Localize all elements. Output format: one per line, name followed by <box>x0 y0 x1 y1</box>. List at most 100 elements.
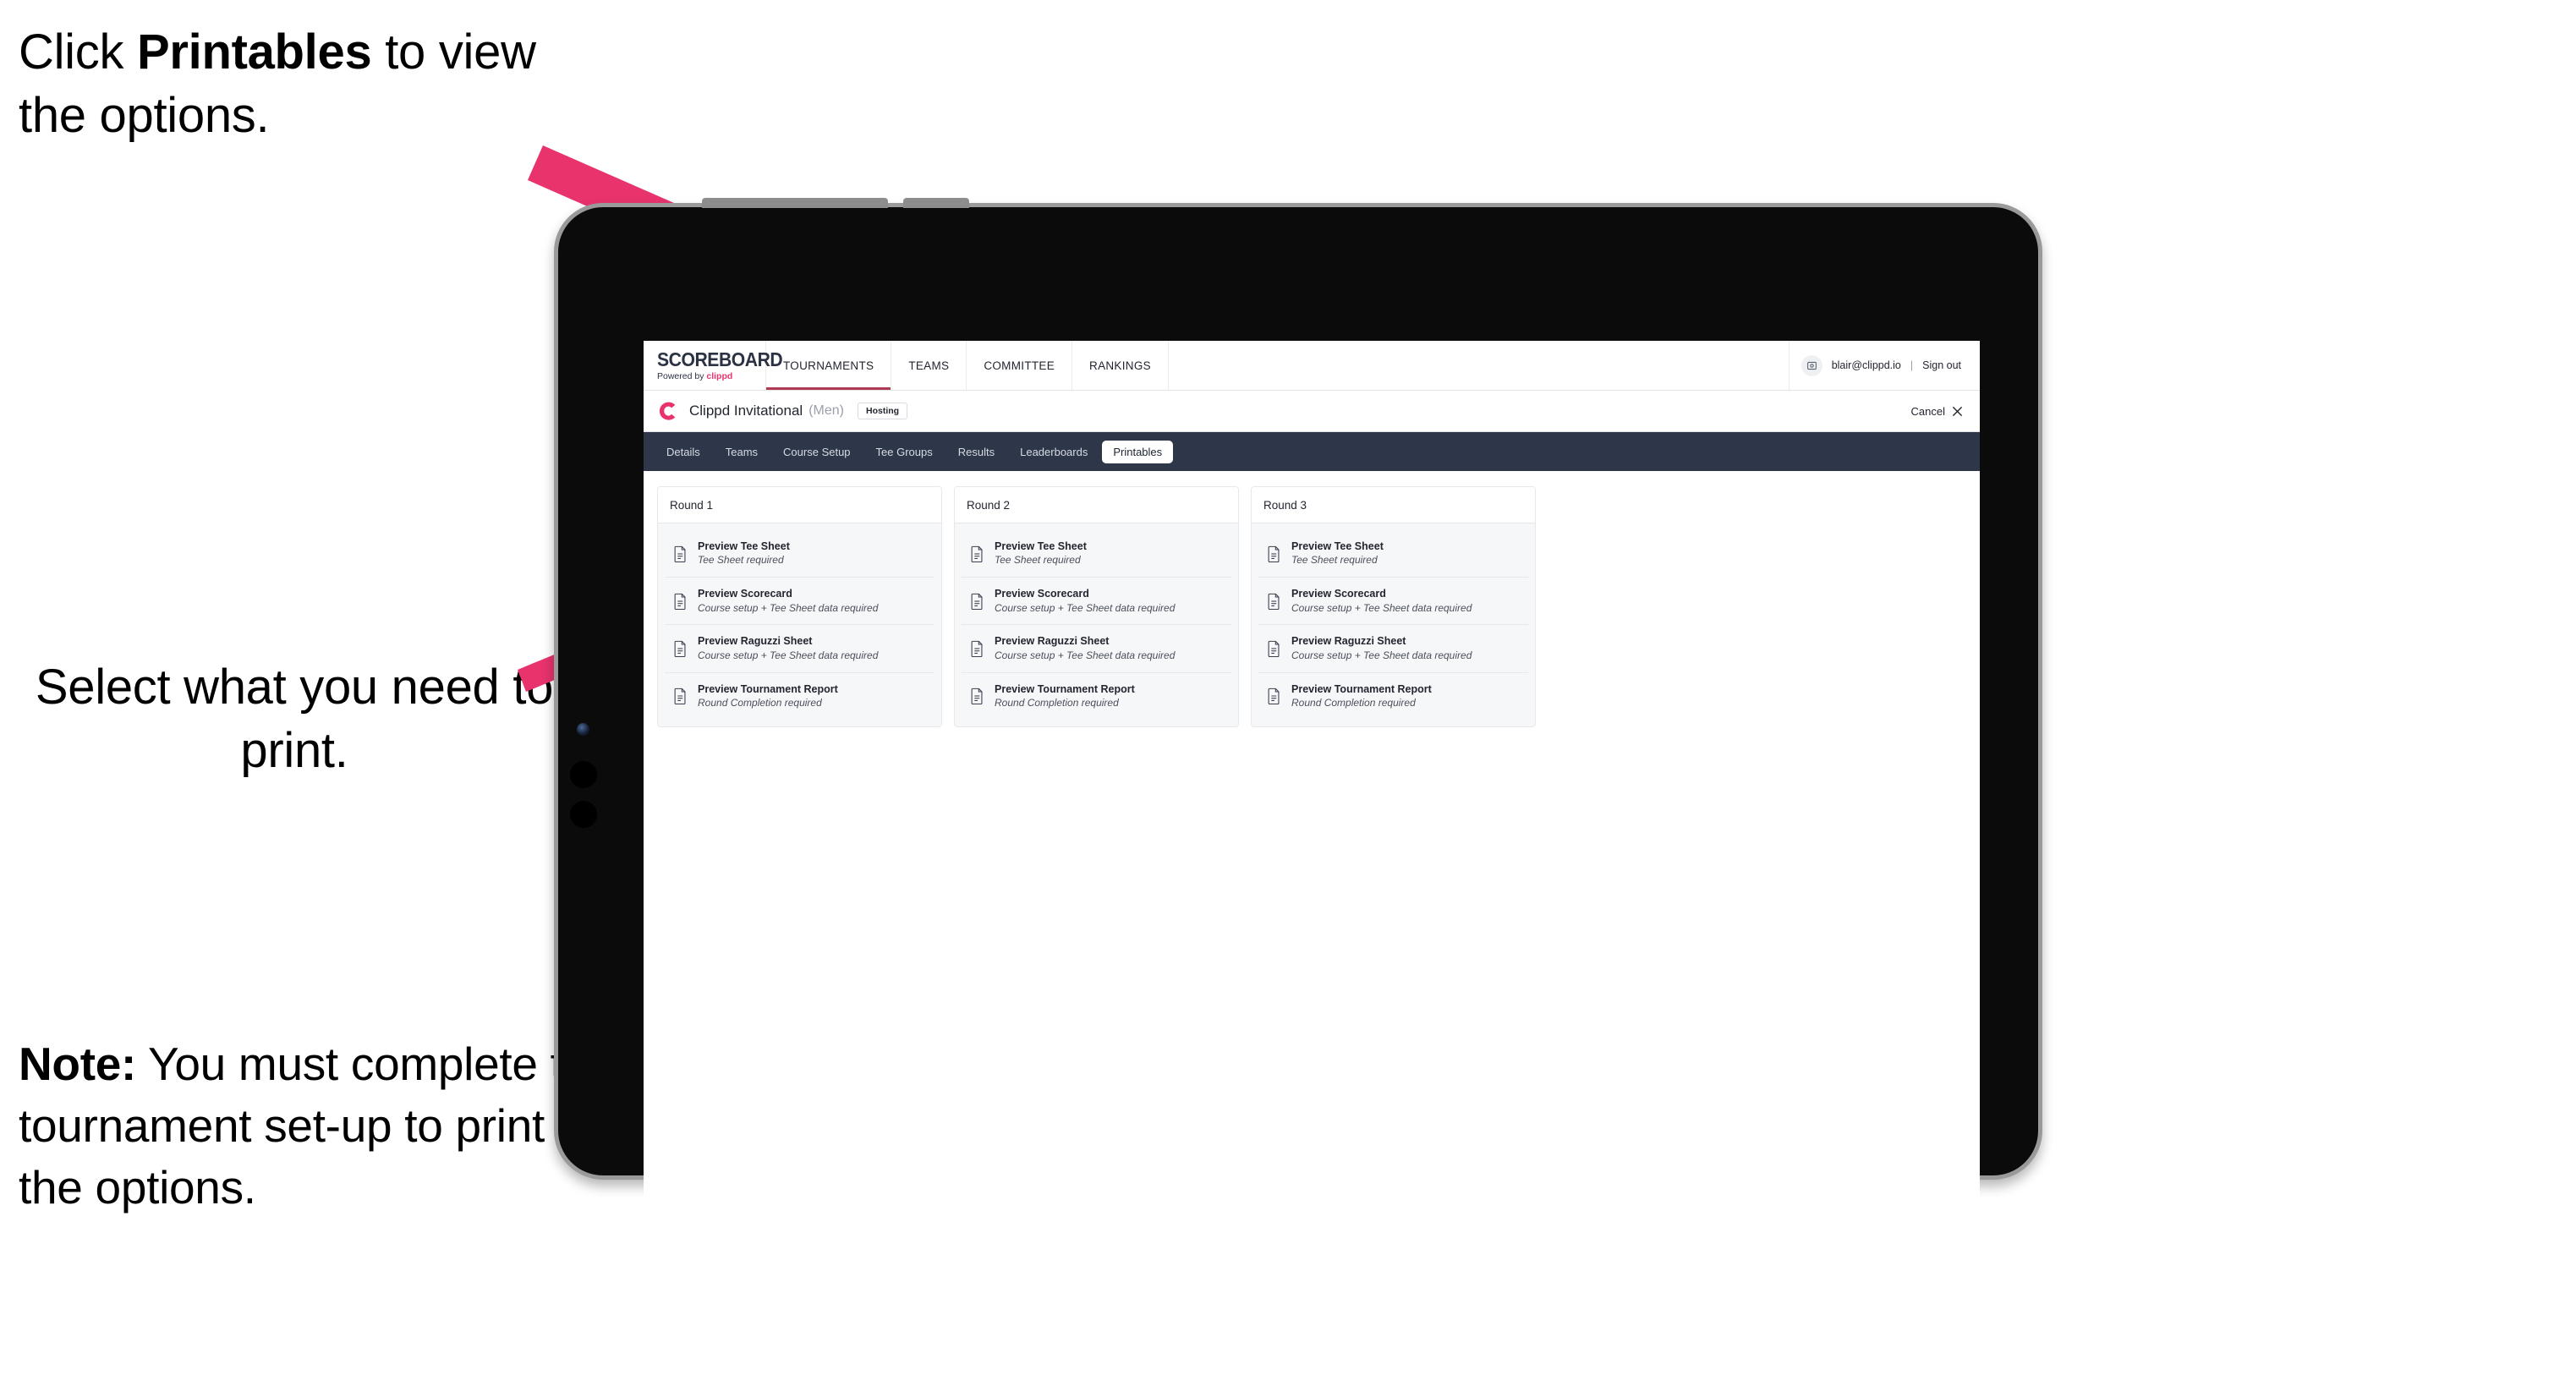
user-email-label: blair@clippd.io <box>1831 359 1901 371</box>
document-icon <box>971 688 983 705</box>
tab-tee-groups[interactable]: Tee Groups <box>865 441 944 463</box>
list-item-title: Preview Scorecard <box>1291 588 1386 600</box>
list-item-title: Preview Tee Sheet <box>698 540 790 552</box>
list-item[interactable]: Preview Scorecard Course setup + Tee She… <box>962 578 1231 626</box>
list-item-requirement: Course setup + Tee Sheet data required <box>995 649 1176 661</box>
list-item[interactable]: Preview Raguzzi Sheet Course setup + Tee… <box>665 625 934 673</box>
list-item-title: Preview Tournament Report <box>698 682 838 695</box>
document-icon <box>1268 593 1280 610</box>
device-camera-icon <box>577 723 589 736</box>
nav-item-rankings[interactable]: RANKINGS <box>1072 341 1169 390</box>
list-item-requirement: Tee Sheet required <box>698 554 784 567</box>
list-item-requirement: Course setup + Tee Sheet data required <box>1291 649 1472 661</box>
scoreboard-logo[interactable]: SCOREBOARD Powered by clippd <box>644 341 783 390</box>
list-item-requirement: Course setup + Tee Sheet data required <box>698 649 879 661</box>
round-title: Round 1 <box>658 487 941 523</box>
round-column: Round 2 Preview Tee Sheet Tee Sheet requ… <box>954 486 1239 727</box>
annotation-click-prefix: Click <box>19 25 137 79</box>
annotation-note-bold: Note: <box>19 1038 137 1090</box>
app-top-navigation: SCOREBOARD Powered by clippd TOURNAMENTS… <box>644 341 1980 391</box>
tab-teams[interactable]: Teams <box>715 441 769 463</box>
device-side-button-2[interactable] <box>570 801 597 828</box>
list-item-title: Preview Tee Sheet <box>1291 540 1384 552</box>
document-icon <box>674 545 686 562</box>
status-badge-hosting: Hosting <box>857 402 908 420</box>
tab-details[interactable]: Details <box>655 441 711 463</box>
list-item[interactable]: Preview Tee Sheet Tee Sheet required <box>962 530 1231 578</box>
device-top-antenna-strip <box>702 198 888 208</box>
list-item[interactable]: Preview Tournament Report Round Completi… <box>1258 673 1528 720</box>
round-items-list: Preview Tee Sheet Tee Sheet required Pre… <box>1252 523 1535 726</box>
list-item[interactable]: Preview Tee Sheet Tee Sheet required <box>1258 530 1528 578</box>
tournament-gender-label: (Men) <box>808 403 844 418</box>
list-item[interactable]: Preview Tournament Report Round Completi… <box>962 673 1231 720</box>
logo-tagline-brand: clippd <box>706 370 733 381</box>
round-items-list: Preview Tee Sheet Tee Sheet required Pre… <box>658 523 941 726</box>
tab-printables[interactable]: Printables <box>1102 440 1174 463</box>
annotation-select-what-to-print: Select what you need to print. <box>35 660 554 779</box>
round-items-list: Preview Tee Sheet Tee Sheet required Pre… <box>955 523 1238 726</box>
sign-out-link[interactable]: Sign out <box>1922 359 1961 371</box>
list-item-requirement: Tee Sheet required <box>995 554 1081 567</box>
list-item-title: Preview Scorecard <box>995 588 1089 600</box>
tablet-device-frame: SCOREBOARD Powered by clippd TOURNAMENTS… <box>554 198 2042 1230</box>
page-title: Clippd Invitational <box>689 403 803 419</box>
list-item-title: Preview Raguzzi Sheet <box>1291 635 1406 648</box>
nav-item-teams[interactable]: TEAMS <box>891 341 967 390</box>
device-side-button-1[interactable] <box>570 761 597 788</box>
annotation-click-bold: Printables <box>136 25 372 79</box>
list-item-requirement: Round Completion required <box>698 696 822 709</box>
document-icon <box>674 640 686 657</box>
list-item-title: Preview Tee Sheet <box>995 540 1087 552</box>
list-item-requirement: Round Completion required <box>1291 696 1416 709</box>
document-icon <box>971 593 983 610</box>
scoreboard-logo-wordmark: SCOREBOARD <box>657 348 783 370</box>
user-separator: | <box>1910 359 1914 371</box>
nav-spacer <box>1169 341 1789 390</box>
document-icon <box>1268 640 1280 657</box>
list-item[interactable]: Preview Scorecard Course setup + Tee She… <box>665 578 934 626</box>
tab-course-setup[interactable]: Course Setup <box>772 441 862 463</box>
document-icon <box>674 688 686 705</box>
logo-tagline-prefix: Powered by <box>657 370 707 381</box>
list-item[interactable]: Preview Tournament Report Round Completi… <box>665 673 934 720</box>
list-item[interactable]: Preview Scorecard Course setup + Tee She… <box>1258 578 1528 626</box>
list-item[interactable]: Preview Raguzzi Sheet Course setup + Tee… <box>1258 625 1528 673</box>
annotation-click-printables: Click Printables to view the options. <box>19 20 560 148</box>
cancel-button-label: Cancel <box>1910 404 1945 418</box>
printables-rounds-grid: Round 1 Preview Tee Sheet Tee Sheet requ… <box>644 471 1980 742</box>
list-item-requirement: Course setup + Tee Sheet data required <box>995 601 1176 614</box>
round-title: Round 2 <box>955 487 1238 523</box>
round-column: Round 1 Preview Tee Sheet Tee Sheet requ… <box>657 486 942 727</box>
list-item-title: Preview Raguzzi Sheet <box>995 635 1110 648</box>
document-icon <box>971 545 983 562</box>
round-column: Round 3 Preview Tee Sheet Tee Sheet requ… <box>1251 486 1536 727</box>
list-item[interactable]: Preview Raguzzi Sheet Course setup + Tee… <box>962 625 1231 673</box>
scoreboard-logo-tagline: Powered by clippd <box>657 372 765 381</box>
list-item-requirement: Tee Sheet required <box>1291 554 1378 567</box>
nav-item-committee[interactable]: COMMITTEE <box>967 341 1073 390</box>
list-item-requirement: Course setup + Tee Sheet data required <box>1291 601 1472 614</box>
cancel-button[interactable]: Cancel <box>1911 405 1963 418</box>
close-x-icon <box>1952 406 1963 416</box>
tab-leaderboards[interactable]: Leaderboards <box>1009 441 1099 463</box>
list-item-title: Preview Tournament Report <box>1291 682 1432 695</box>
device-top-antenna-strip-2 <box>903 198 969 208</box>
list-item-requirement: Course setup + Tee Sheet data required <box>698 601 879 614</box>
tab-results[interactable]: Results <box>947 441 1006 463</box>
tournament-tab-strip: Details Teams Course Setup Tee Groups Re… <box>644 432 1980 471</box>
list-item[interactable]: Preview Tee Sheet Tee Sheet required <box>665 530 934 578</box>
list-item-requirement: Round Completion required <box>995 696 1119 709</box>
user-avatar-icon[interactable] <box>1800 354 1822 376</box>
document-icon <box>1268 545 1280 562</box>
list-item-title: Preview Raguzzi Sheet <box>698 635 813 648</box>
list-item-title: Preview Scorecard <box>698 588 792 600</box>
document-icon <box>971 640 983 657</box>
clippd-c-logo-icon <box>659 402 676 420</box>
tournament-title-bar: Clippd Invitational (Men) Hosting Cancel <box>644 391 1980 432</box>
user-account-area: blair@clippd.io | Sign out <box>1789 341 1980 390</box>
document-icon <box>1268 688 1280 705</box>
list-item-title: Preview Tournament Report <box>995 682 1135 695</box>
document-icon <box>674 593 686 610</box>
nav-item-tournaments[interactable]: TOURNAMENTS <box>766 341 892 390</box>
